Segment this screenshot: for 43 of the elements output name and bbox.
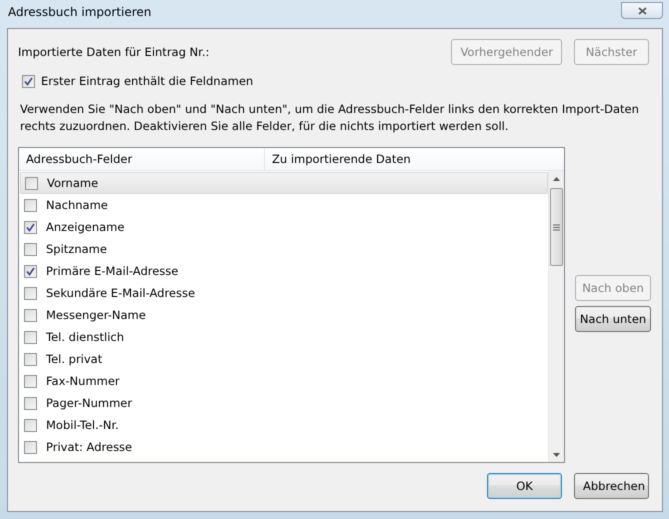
checkbox-label[interactable]: Erster Eintrag enthält die Feldnamen bbox=[41, 74, 254, 88]
checkbox[interactable] bbox=[24, 198, 37, 212]
scroll-up-icon[interactable] bbox=[553, 177, 560, 181]
checkbox[interactable] bbox=[24, 330, 37, 344]
list-row[interactable]: Pager-Nummer bbox=[20, 392, 548, 414]
checkbox[interactable] bbox=[24, 264, 37, 278]
close-icon bbox=[638, 6, 646, 14]
list-row[interactable]: Messenger-Name bbox=[20, 304, 548, 326]
checkbox[interactable] bbox=[24, 352, 37, 366]
cancel-button[interactable]: Abbrechen bbox=[574, 473, 649, 499]
checkbox[interactable] bbox=[24, 286, 37, 300]
list-row[interactable]: Fax-Nummer bbox=[20, 370, 548, 392]
close-button[interactable] bbox=[621, 2, 663, 19]
grip-icon bbox=[553, 224, 560, 230]
list-row[interactable]: Mobil-Tel.-Nr. bbox=[20, 414, 548, 436]
list-row[interactable]: Nachname bbox=[20, 194, 548, 216]
window-title: Adressbuch importieren bbox=[8, 5, 152, 19]
instructions-text: Verwenden Sie "Nach oben" und "Nach unten", um die Adressbuch-Felder links den korrekten Import-Daten rechts zuzuordnen. Deaktivieren Sie alle Felder, für die nichts importiert werden soll. bbox=[20, 101, 640, 135]
ok-button[interactable]: OK bbox=[487, 473, 562, 499]
list-row[interactable]: Anzeigename bbox=[20, 216, 548, 238]
column-header[interactable]: Zu importierende Daten bbox=[265, 148, 564, 170]
list-row[interactable]: Vorname bbox=[20, 172, 548, 194]
move-down-button[interactable]: Nach unten bbox=[575, 306, 651, 332]
list-row[interactable]: Spitzname bbox=[20, 238, 548, 260]
scrollbar[interactable] bbox=[548, 171, 564, 462]
checkbox[interactable] bbox=[24, 220, 37, 234]
list-row[interactable]: Primäre E-Mail-Adresse bbox=[20, 260, 548, 282]
list-row[interactable]: Tel. privat bbox=[20, 348, 548, 370]
list-row[interactable]: Privat: Adresse bbox=[20, 436, 548, 458]
checkbox[interactable] bbox=[24, 242, 37, 256]
checkbox[interactable] bbox=[24, 308, 37, 322]
checkbox[interactable] bbox=[25, 176, 38, 190]
checkbox[interactable] bbox=[24, 396, 37, 410]
checkbox[interactable] bbox=[24, 440, 37, 454]
entry-label: Importierte Daten für Eintrag Nr.: bbox=[18, 45, 210, 59]
checkbox[interactable] bbox=[24, 418, 37, 432]
checkbox[interactable] bbox=[24, 374, 37, 388]
column-header[interactable]: Adressbuch-Felder bbox=[19, 148, 265, 170]
scroll-thumb[interactable] bbox=[550, 188, 563, 266]
checkbox[interactable] bbox=[22, 74, 35, 88]
list-row[interactable]: Sekundäre E-Mail-Adresse bbox=[20, 282, 548, 304]
list-row[interactable]: Tel. dienstlich bbox=[20, 326, 548, 348]
scroll-down-icon[interactable] bbox=[553, 453, 560, 457]
